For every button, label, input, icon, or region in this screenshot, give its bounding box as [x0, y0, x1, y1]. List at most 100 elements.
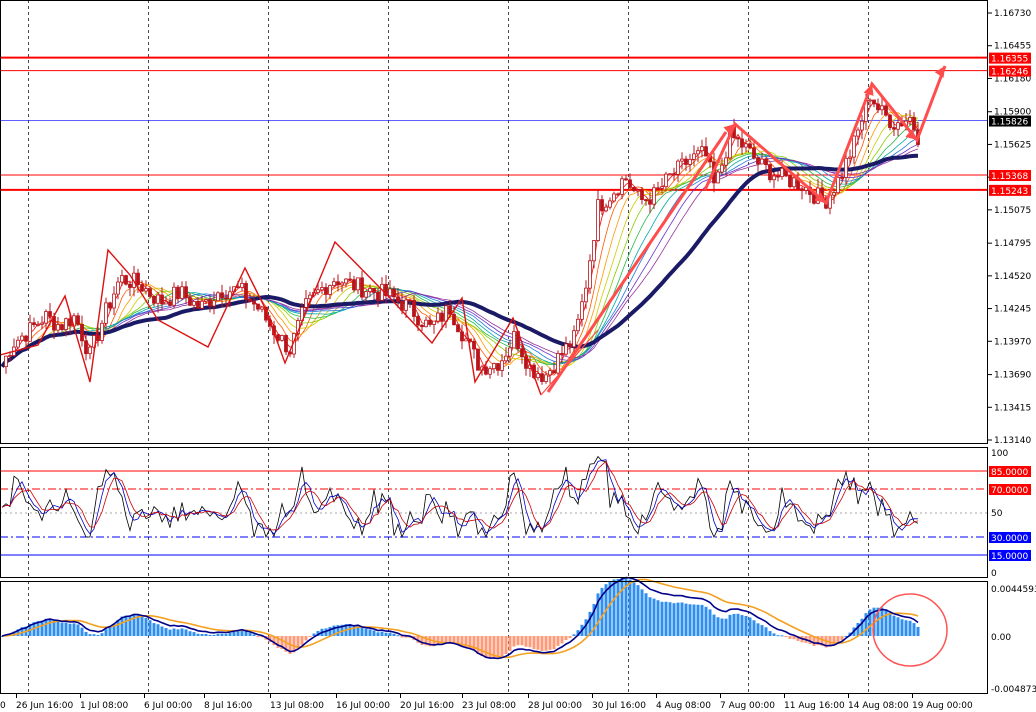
candle-body	[644, 199, 648, 201]
macd-histogram-bar	[384, 632, 388, 636]
macd-histogram-bar	[912, 623, 916, 636]
macd-histogram-bar	[304, 636, 308, 641]
candle-body	[608, 200, 612, 208]
macd-histogram-bar	[180, 628, 184, 636]
macd-histogram-bar	[688, 604, 692, 636]
macd-histogram-bar	[216, 633, 220, 636]
macd-histogram-bar	[896, 617, 900, 636]
macd-histogram-bar	[212, 634, 216, 636]
candle-body	[748, 143, 752, 149]
candle-body	[388, 288, 392, 297]
candle-body	[32, 322, 36, 326]
macd-histogram-bar	[488, 636, 492, 659]
candle-body	[500, 360, 504, 371]
candle-body	[188, 297, 192, 306]
candle-body	[84, 340, 88, 355]
macd-histogram-bar	[548, 636, 552, 650]
macd-histogram-bar	[568, 636, 572, 639]
time-label: 30 Jul 16:00	[592, 701, 646, 711]
macd-histogram-bar	[656, 600, 660, 636]
time-label: 28 Jul 00:00	[528, 701, 582, 711]
candle-body	[812, 194, 816, 204]
candle-body	[740, 138, 744, 148]
macd-histogram-bar	[104, 629, 108, 636]
candle-body	[260, 306, 264, 310]
candle-body	[16, 339, 20, 348]
candle-body	[668, 173, 672, 176]
macd-histogram-bar	[512, 636, 516, 647]
candle-body	[660, 186, 664, 189]
candle-body	[304, 298, 308, 308]
osc-mid-label: 50	[991, 509, 1003, 519]
candle-body	[120, 275, 124, 283]
price-label: 1.15075	[994, 206, 1031, 216]
candle-body	[432, 320, 436, 325]
price-label: 1.13970	[994, 337, 1031, 347]
slow-ma-line	[0, 153, 919, 368]
candle-body	[344, 278, 348, 284]
osc-level-text: 15.0000	[991, 552, 1028, 562]
candle-body	[544, 374, 548, 382]
price-label: 1.13140	[994, 436, 1031, 446]
macd-histogram-bar	[888, 612, 892, 636]
candle-body	[580, 301, 584, 320]
macd-histogram-bar	[96, 634, 100, 636]
macd-histogram-bar	[628, 579, 632, 636]
candle-body	[428, 319, 432, 325]
candle-body	[280, 335, 284, 341]
macd-histogram-bar	[788, 636, 792, 639]
macd-histogram-bar	[376, 632, 380, 636]
macd-histogram-bar	[612, 579, 616, 636]
macd-histogram-bar	[908, 620, 912, 636]
candle-body	[664, 173, 668, 188]
candle-body	[220, 292, 224, 299]
macd-histogram-bar	[760, 625, 764, 636]
candle-body	[244, 283, 248, 300]
macd-histogram-bar	[48, 618, 52, 636]
macd-histogram-bar	[660, 601, 664, 636]
macd-histogram-bar	[652, 598, 656, 636]
macd-histogram-bar	[692, 604, 696, 636]
candle-body	[488, 368, 492, 375]
osc-top-label: 100	[991, 449, 1008, 459]
candle-body	[352, 279, 356, 291]
macd-histogram-bar	[880, 607, 884, 636]
ma-line	[1, 100, 919, 379]
time-label: 16 Jul 00:00	[336, 701, 390, 711]
time-label: 13 Jul 08:00	[270, 701, 324, 711]
trading-chart[interactable]: 1.167301.164551.161801.159001.156251.153…	[0, 0, 1036, 712]
candle-body	[648, 199, 652, 205]
candle-body	[8, 355, 12, 357]
candle-body	[392, 288, 396, 298]
macd-top-label: 0.0044593	[991, 585, 1036, 595]
candle-body	[140, 284, 144, 292]
macd-histogram-bar	[556, 636, 560, 646]
macd-histogram-bar	[72, 623, 76, 636]
macd-histogram-bar	[540, 636, 544, 651]
candle-body	[744, 143, 748, 148]
candle-body	[200, 300, 204, 309]
macd-histogram-bar	[884, 609, 888, 636]
candle-body	[776, 175, 780, 178]
candle-body	[404, 299, 408, 311]
candle-body	[184, 286, 188, 299]
candle-body	[552, 370, 556, 374]
candle-body	[360, 277, 364, 298]
candle-body	[792, 177, 796, 188]
macd-histogram-bar	[80, 627, 84, 636]
macd-histogram-bar	[368, 629, 372, 636]
candle-body	[28, 322, 32, 342]
candle-body	[536, 373, 540, 378]
candle-body	[880, 105, 884, 111]
candle-body	[224, 297, 228, 300]
candle-body	[860, 120, 864, 131]
macd-histogram-bar	[704, 606, 708, 636]
candle-body	[656, 187, 660, 190]
candle-body	[872, 99, 876, 105]
osc-level-text: 30.0000	[991, 534, 1028, 544]
candle-body	[156, 294, 160, 304]
macd-histogram-bar	[444, 636, 448, 643]
macd-histogram-bar	[500, 636, 504, 657]
macd-histogram-bar	[772, 633, 776, 636]
candle-body	[600, 199, 604, 212]
